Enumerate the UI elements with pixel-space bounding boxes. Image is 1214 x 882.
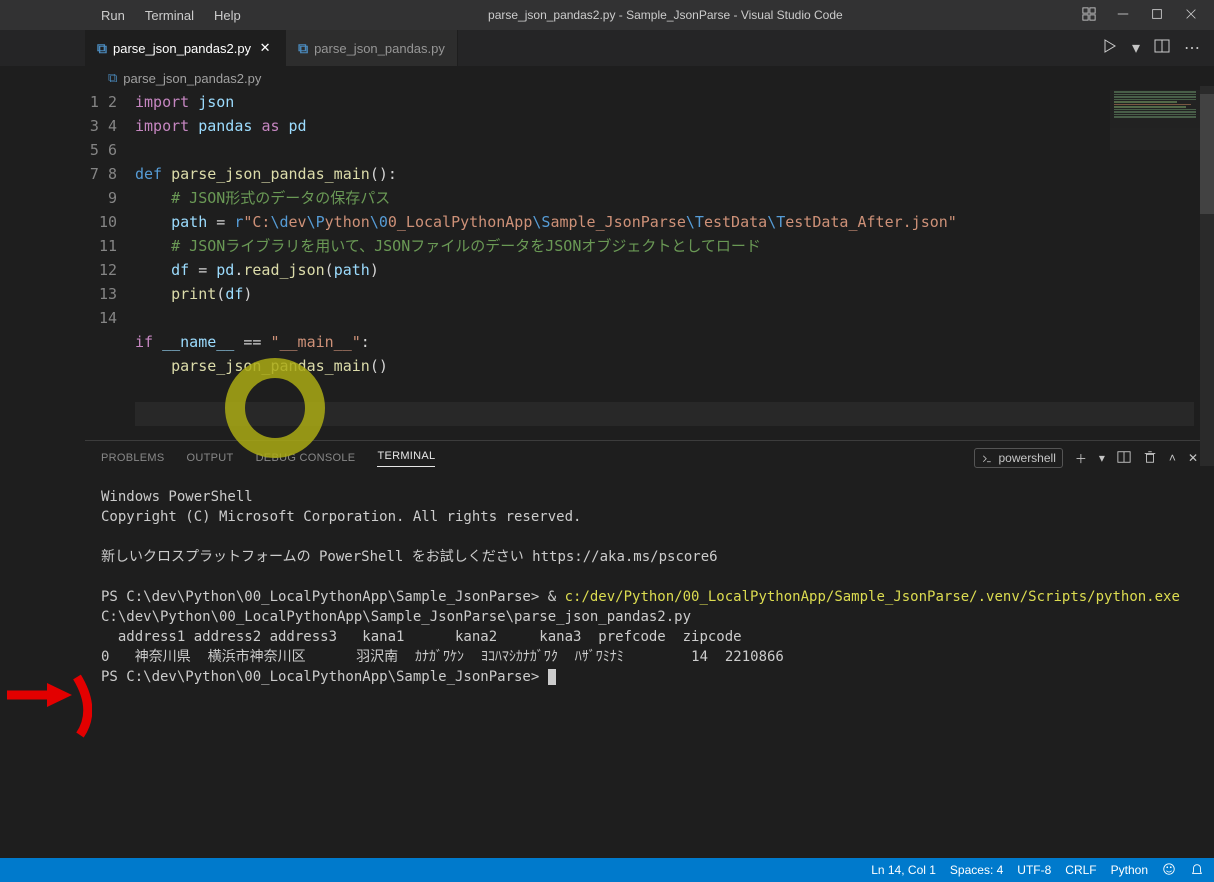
tab-parse-json-pandas[interactable]: ⧉ parse_json_pandas.py <box>286 30 458 66</box>
minimize-icon[interactable] <box>1116 7 1130 24</box>
tab-label: parse_json_pandas2.py <box>113 41 251 56</box>
shell-name: powershell <box>999 451 1056 465</box>
close-icon[interactable] <box>1184 7 1198 24</box>
bell-icon[interactable] <box>1190 862 1204 879</box>
tab-label: parse_json_pandas.py <box>314 41 445 56</box>
new-terminal-icon[interactable]: ＋ <box>1075 450 1087 467</box>
code-editor[interactable]: 1 2 3 4 5 6 7 8 9 10 11 12 13 14 import … <box>0 90 1214 440</box>
menu-run[interactable]: Run <box>93 4 133 27</box>
code-body[interactable]: import json import pandas as pd def pars… <box>135 90 1214 426</box>
bottom-panel: PROBLEMS OUTPUT DEBUG CONSOLE TERMINAL p… <box>85 440 1214 795</box>
title-bar: Run Terminal Help parse_json_pandas2.py … <box>0 0 1214 30</box>
panel-tab-terminal[interactable]: TERMINAL <box>377 450 435 467</box>
python-icon: ⧉ <box>108 70 117 86</box>
minimap[interactable] <box>1110 90 1200 150</box>
annotation-arrow <box>2 665 92 755</box>
tab-parse-json-pandas2[interactable]: ⧉ parse_json_pandas2.py ✕ <box>85 30 286 66</box>
window-title: parse_json_pandas2.py - Sample_JsonParse… <box>249 8 1082 22</box>
breadcrumb-file: parse_json_pandas2.py <box>123 71 261 86</box>
menu-terminal[interactable]: Terminal <box>137 4 202 27</box>
chevron-down-icon[interactable]: ▾ <box>1132 38 1140 58</box>
terminal-output[interactable]: Windows PowerShell Copyright (C) Microso… <box>85 475 1214 795</box>
status-language[interactable]: Python <box>1111 863 1148 877</box>
close-panel-icon[interactable]: ✕ <box>1188 451 1198 465</box>
python-icon: ⧉ <box>298 40 308 57</box>
breadcrumb[interactable]: ⧉ parse_json_pandas2.py <box>0 66 1214 90</box>
menu-bar: Run Terminal Help <box>93 4 249 27</box>
editor-tab-bar: ⧉ parse_json_pandas2.py ✕ ⧉ parse_json_p… <box>0 30 1214 66</box>
panel-tab-debug-console[interactable]: DEBUG CONSOLE <box>256 452 356 464</box>
editor-scrollbar[interactable] <box>1200 86 1214 466</box>
chevron-down-icon[interactable]: ▾ <box>1099 451 1105 465</box>
panel-tab-bar: PROBLEMS OUTPUT DEBUG CONSOLE TERMINAL p… <box>85 441 1214 475</box>
trash-icon[interactable] <box>1143 450 1157 467</box>
terminal-shell-selector[interactable]: powershell <box>974 448 1063 468</box>
menu-help[interactable]: Help <box>206 4 249 27</box>
line-number-gutter: 1 2 3 4 5 6 7 8 9 10 11 12 13 14 <box>85 90 135 440</box>
tab-close-icon[interactable]: ✕ <box>257 40 273 56</box>
python-icon: ⧉ <box>97 40 107 57</box>
status-eol[interactable]: CRLF <box>1065 863 1096 877</box>
status-spaces[interactable]: Spaces: 4 <box>950 863 1003 877</box>
status-bar: Ln 14, Col 1 Spaces: 4 UTF-8 CRLF Python <box>0 858 1214 882</box>
panel-tab-output[interactable]: OUTPUT <box>187 452 234 464</box>
window-controls <box>1082 7 1206 24</box>
split-terminal-icon[interactable] <box>1117 450 1131 467</box>
more-icon[interactable]: ⋯ <box>1184 38 1200 58</box>
split-editor-icon[interactable] <box>1154 38 1170 59</box>
panel-tab-problems[interactable]: PROBLEMS <box>101 452 165 464</box>
run-icon[interactable] <box>1102 38 1118 59</box>
chevron-up-icon[interactable]: ˄ <box>1169 451 1176 465</box>
layout-icon[interactable] <box>1082 7 1096 24</box>
maximize-icon[interactable] <box>1150 7 1164 24</box>
status-encoding[interactable]: UTF-8 <box>1017 863 1051 877</box>
status-ln-col[interactable]: Ln 14, Col 1 <box>871 863 936 877</box>
feedback-icon[interactable] <box>1162 862 1176 879</box>
